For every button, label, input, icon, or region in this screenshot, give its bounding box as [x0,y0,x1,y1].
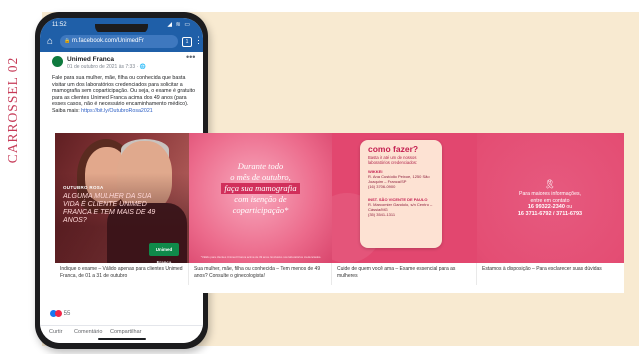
carousel-slide-2[interactable]: Durante todo o mês de outubro, faça sua … [189,133,332,263]
status-time: 11:52 [52,22,67,28]
slide4-or: ou [564,204,573,210]
script-line-1: Durante todo [237,161,284,171]
script-highlight: faça sua mamografia [221,183,300,194]
unimed-logo: Unimed Franca [149,243,179,263]
slide1-tag: OUTUBRO ROSA [63,185,104,190]
post-text: Fale para sua mulher, mãe, filha ou conh… [52,75,197,115]
slide1-headline: ALGUMA MULHER DA SUA VIDA É CLIENTE UNIM… [63,193,156,224]
post-link[interactable]: https://bit.ly/OutubroRosa2021 [81,108,153,114]
slide2-fine-print: *Válido para clientes Unimed Franca acim… [200,255,322,259]
side-title: CARROSSEL 02 [4,30,26,190]
love-reaction-icon [55,310,62,317]
lab-2: INST. SÃO VICENTE DE PAULO R. Marcomier … [368,197,438,217]
caption-bar [55,285,624,293]
reactions-row[interactable]: 55 [50,310,70,317]
lab-1: WIKKEI R. Ana Custódio Peixoe, 1250 São … [368,169,438,189]
slide4-text: Para maiores informações, entre em conta… [489,191,611,217]
script-line-4: com isenção de [234,194,287,204]
presentation-page: CARROSSEL 02 11:52 ◢ ≋ ▭ ⌂ m.facebook.co… [0,0,639,354]
lab-1-address: R. Ana Custódio Peixoe, 1250 São Joaquim… [368,174,430,184]
side-title-text: CARROSSEL 02 [5,56,20,164]
pink-ribbon-icon: 🎗 [544,179,556,189]
comment-button[interactable]: Comentário [74,329,102,335]
like-button[interactable]: Curtir [49,329,62,335]
home-icon[interactable]: ⌂ [47,36,53,47]
post-meta: 01 de outubro de 2021 às 7:33 · 🌐 [67,64,146,70]
home-indicator [98,338,146,340]
post-author[interactable]: Unimed Franca [67,56,114,63]
status-icons: ◢ ≋ ▭ [167,22,191,28]
reactions-count: 55 [63,311,71,318]
slide4-phone-alt: 16 3711-6792 / 3711-6793 [517,210,583,217]
slide2-script-text: Durante todo o mês de outubro, faça sua … [199,161,322,216]
slide1-caption: Indique o exame – Válido apenas para cli… [55,263,189,285]
slide4-caption: Estamos à disposição – Para esclarecer s… [477,263,624,285]
slide3-caption: Cuide de quem você ama – Exame essencial… [332,263,477,285]
slide4-line1: Para maiores informações, [519,191,581,197]
avatar[interactable] [52,56,63,67]
browser-url-bar: ⌂ m.facebook.com/UnimedFr 🔒 1 ⋮ [40,32,203,52]
url-field[interactable]: m.facebook.com/UnimedFr [60,35,178,48]
post-body: Fale para sua mulher, mãe, filha ou conh… [52,75,196,108]
slide2-caption: Sua mulher, mãe, filha ou conhecida – Te… [189,263,332,285]
script-line-2: o mês de outubro, [230,172,291,182]
tabs-button[interactable]: 1 [182,37,192,47]
carousel-slide-3[interactable]: como fazer? Basta ir até um de nossos la… [332,133,477,263]
post-more-icon[interactable]: ••• [186,52,195,62]
slide4-line2: entre em contato [530,197,570,204]
lab-1-phone: (16) 3706-0900 [368,184,396,189]
slide3-heading: como fazer? [368,144,419,154]
browser-menu-icon[interactable]: ⋮ [194,35,203,46]
lab-2-phone: (35) 3541-1311 [368,212,396,217]
carousel-strip: OUTUBRO ROSA ALGUMA MULHER DA SUA VIDA É… [55,133,624,293]
carousel-slide-1[interactable]: OUTUBRO ROSA ALGUMA MULHER DA SUA VIDA É… [55,133,189,263]
share-button[interactable]: Compartilhar [110,329,141,335]
carousel-slide-4[interactable]: 🎗 Para maiores informações, entre em con… [477,133,624,263]
url-text: m.facebook.com/UnimedFr [72,38,145,44]
lock-icon: 🔒 [64,38,71,44]
lab-2-address: R. Marcomier Gandolo, s/n Centro – Cássi… [368,202,433,212]
slide4-phone-main: 16 99322-2340 [527,204,565,210]
slide3-sub: Basta ir até um de nossos laboratórios c… [368,155,418,165]
post-actions: Curtir Comentário Compartilhar [40,325,203,338]
script-line-5: coparticipação* [232,205,289,215]
post-link-prefix: Saiba mais: [52,107,82,114]
